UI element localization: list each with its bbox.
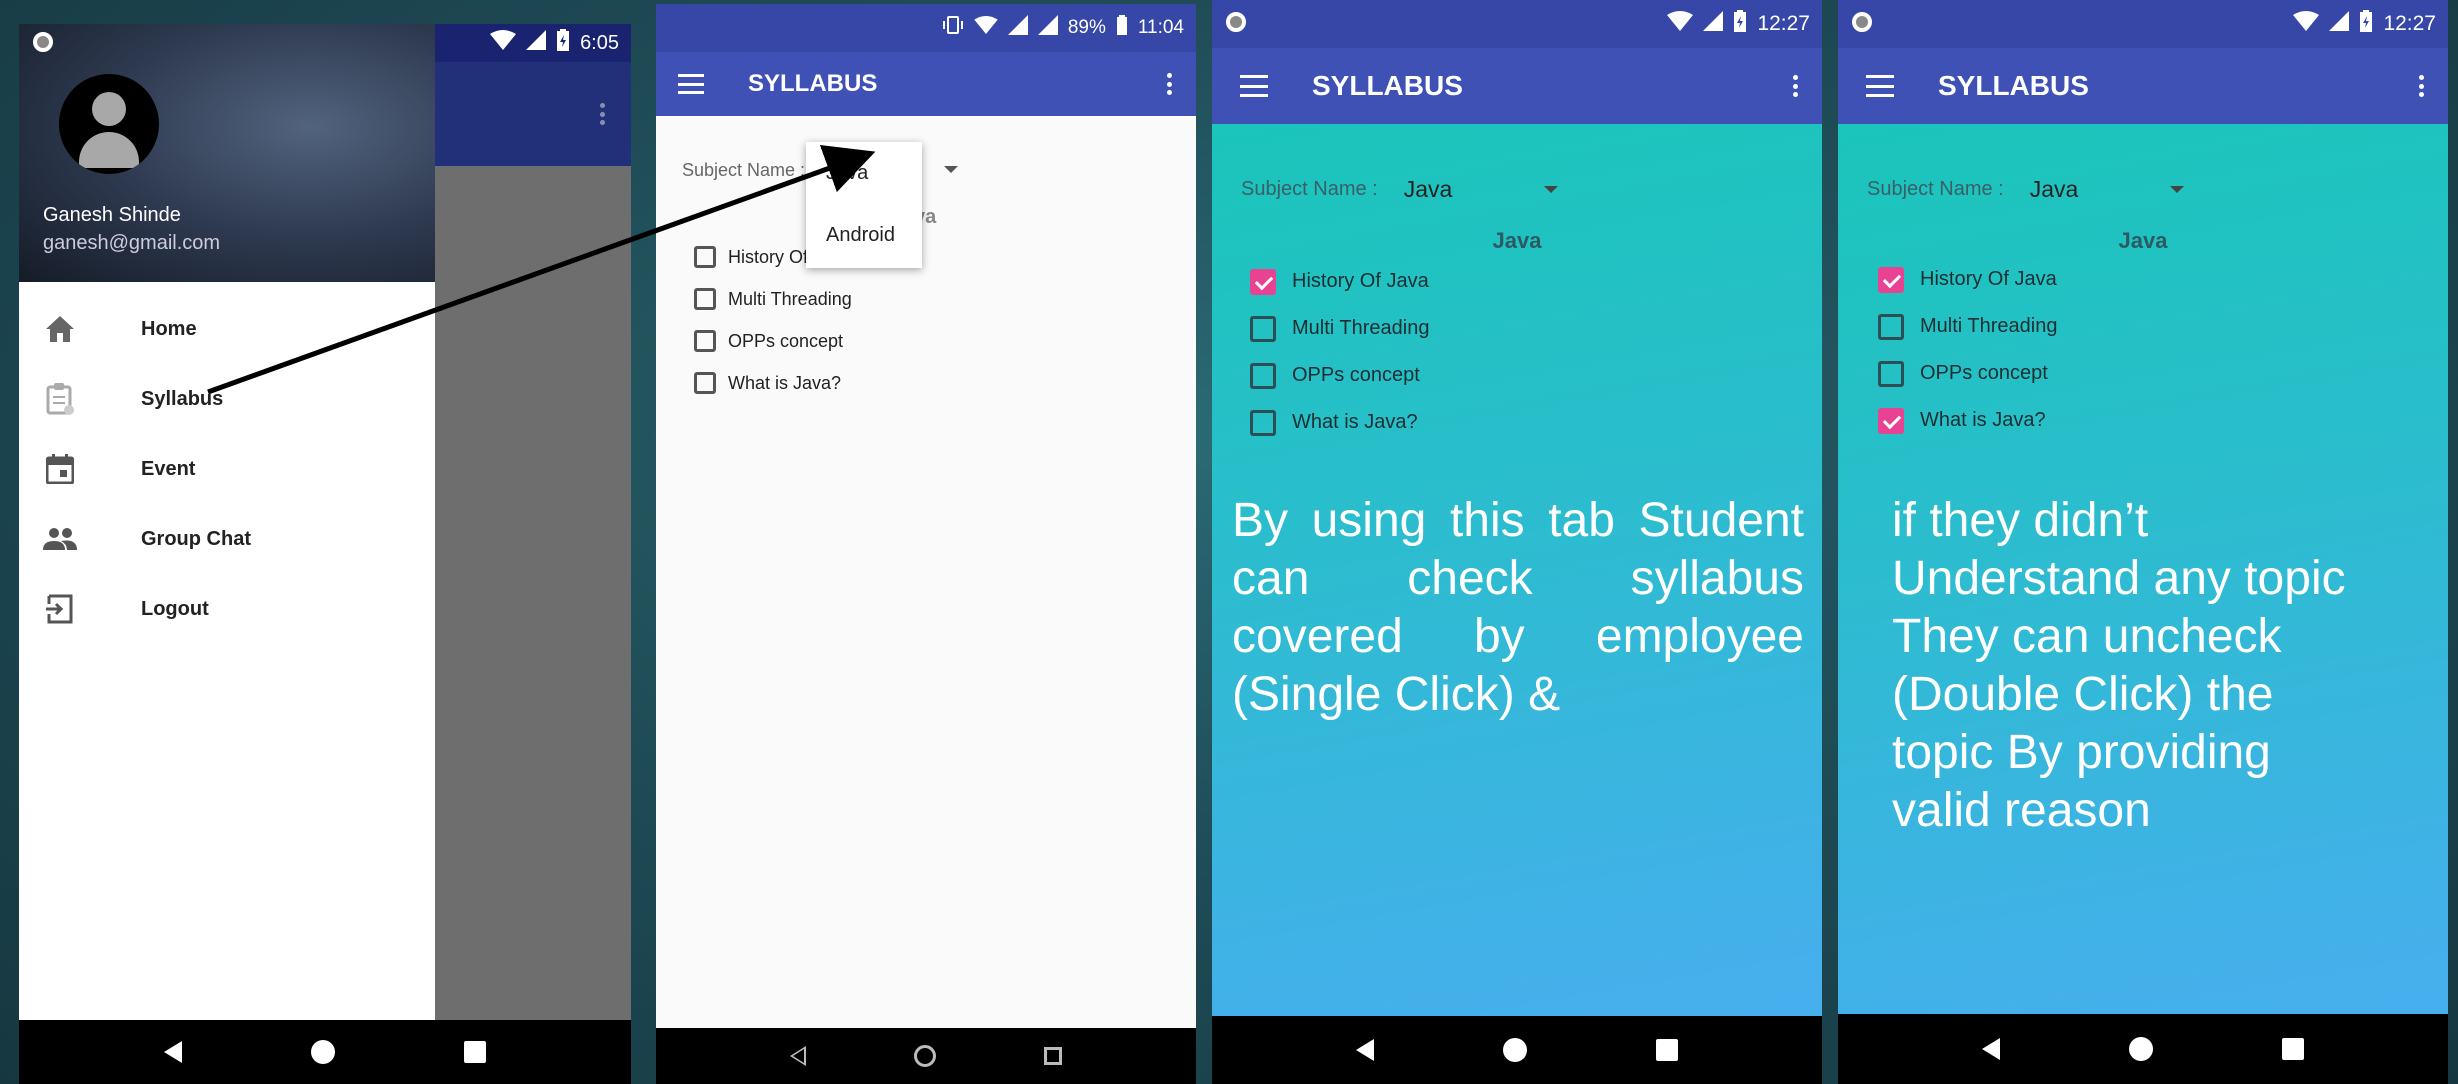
annotation-arrow xyxy=(207,145,876,395)
